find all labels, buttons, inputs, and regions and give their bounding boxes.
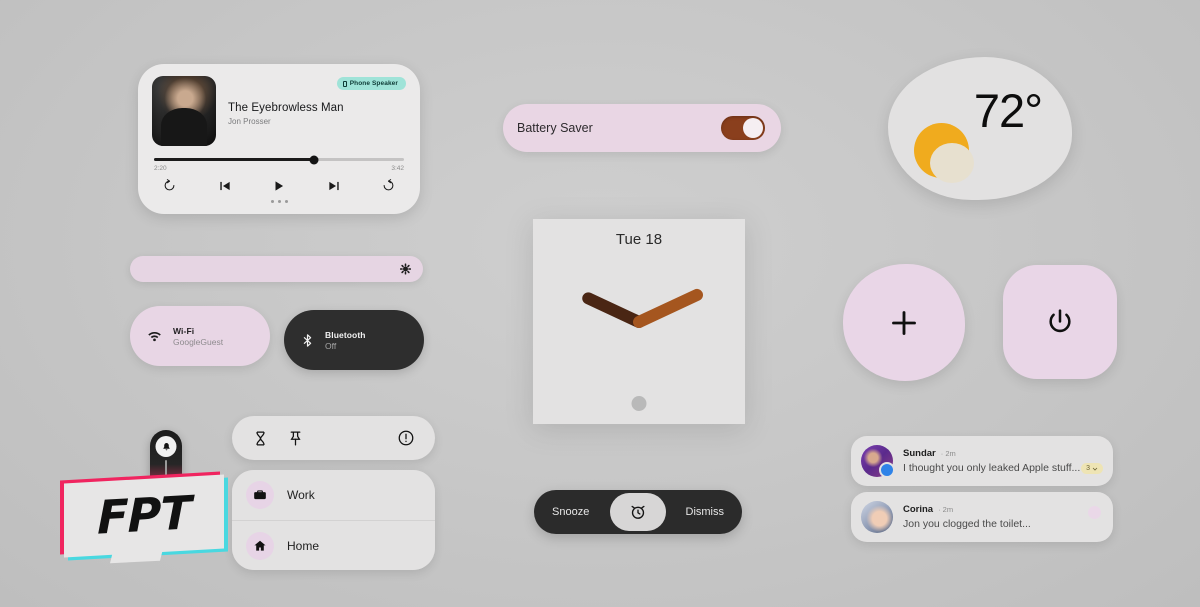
total-duration: 3:42 bbox=[391, 165, 404, 172]
progress-area[interactable]: 2:20 3:42 bbox=[152, 155, 406, 172]
cloud-icon bbox=[930, 143, 974, 183]
avatar bbox=[861, 445, 895, 478]
album-art bbox=[152, 76, 216, 146]
shortcut-home[interactable]: Home bbox=[232, 520, 435, 570]
shortcut-list: Work Home bbox=[232, 470, 435, 570]
alert-circle-icon[interactable] bbox=[397, 429, 415, 447]
wifi-title: Wi-Fi bbox=[173, 325, 195, 336]
battery-saver-toggle[interactable] bbox=[721, 116, 765, 140]
brightness-icon bbox=[400, 263, 411, 275]
page-dot bbox=[284, 200, 288, 203]
dismiss-button[interactable]: Dismiss bbox=[686, 506, 725, 518]
bluetooth-tile[interactable]: Bluetooth Off bbox=[284, 310, 424, 370]
home-icon-wrap bbox=[246, 531, 274, 560]
message-preview: Jon you clogged the toilet... bbox=[903, 518, 1031, 530]
add-button[interactable] bbox=[843, 264, 965, 381]
bluetooth-text: Bluetooth Off bbox=[325, 330, 366, 351]
pin-icon[interactable] bbox=[287, 430, 304, 447]
bluetooth-subtitle: Off bbox=[325, 340, 337, 351]
sender-name: Sundar bbox=[903, 448, 936, 459]
notification-list: Sundar · 2m I thought you only leaked Ap… bbox=[851, 436, 1113, 542]
reaction-button[interactable] bbox=[1088, 506, 1101, 519]
clock-widget[interactable]: Tue 18 bbox=[533, 219, 745, 424]
message-preview: I thought you only leaked Apple stuff... bbox=[903, 462, 1081, 474]
briefcase-icon bbox=[254, 490, 266, 500]
notification-header: Corina · 2m bbox=[903, 504, 1101, 515]
progress-track[interactable] bbox=[154, 155, 404, 164]
page-dot bbox=[277, 200, 281, 203]
fpt-watermark: FPT bbox=[60, 471, 228, 564]
weather-widget[interactable]: 72° bbox=[888, 57, 1072, 200]
phone-ui-canvas: Phone Speaker The Eyebrowless Man Jon Pr… bbox=[0, 0, 1200, 607]
timestamp: · 2m bbox=[938, 505, 954, 514]
power-icon bbox=[1049, 309, 1071, 333]
timestamp: · 2m bbox=[940, 449, 956, 458]
power-button[interactable] bbox=[1003, 265, 1117, 379]
status-badge[interactable]: 3 bbox=[1081, 463, 1103, 474]
time-row: 2:20 3:42 bbox=[154, 165, 404, 172]
quick-action-bar bbox=[232, 416, 435, 460]
watermark-text: FPT bbox=[97, 485, 191, 545]
wifi-icon bbox=[148, 331, 161, 341]
page-indicator-dots[interactable] bbox=[152, 200, 406, 203]
avatar bbox=[861, 501, 893, 533]
forward-10-button[interactable] bbox=[381, 178, 396, 193]
sender-name: Corina bbox=[903, 504, 934, 515]
page-dot bbox=[270, 200, 274, 203]
bluetooth-title: Bluetooth bbox=[325, 329, 366, 340]
toggle-knob bbox=[743, 118, 763, 138]
output-device-label: Phone Speaker bbox=[349, 80, 398, 87]
transport-controls bbox=[152, 172, 406, 193]
bell-icon-wrap bbox=[155, 436, 177, 457]
brightness-slider[interactable] bbox=[130, 256, 423, 282]
chevron-down-icon bbox=[1092, 467, 1098, 471]
bluetooth-icon bbox=[303, 333, 312, 347]
progress-thumb[interactable] bbox=[309, 155, 319, 164]
home-icon bbox=[254, 540, 266, 551]
notification-body: Sundar · 2m I thought you only leaked Ap… bbox=[903, 448, 1101, 474]
battery-saver-tile[interactable]: Battery Saver bbox=[503, 104, 781, 152]
shortcut-work-label: Work bbox=[287, 488, 315, 502]
track-info: The Eyebrowless Man Jon Prosser bbox=[228, 76, 344, 146]
plus-icon bbox=[892, 310, 916, 335]
bell-icon bbox=[162, 442, 170, 450]
progress-fill bbox=[154, 158, 314, 161]
wifi-subtitle: GoogleGuest bbox=[173, 336, 224, 347]
notification-corina[interactable]: Corina · 2m Jon you clogged the toilet..… bbox=[851, 492, 1113, 542]
hourglass-icon[interactable] bbox=[252, 430, 269, 447]
clock-center-dot bbox=[631, 396, 647, 411]
temperature-value: 72° bbox=[973, 84, 1043, 137]
battery-saver-label: Battery Saver bbox=[517, 121, 593, 135]
track-title: The Eyebrowless Man bbox=[228, 102, 344, 114]
badge-count: 3 bbox=[1086, 465, 1090, 472]
alarm-toggle-button[interactable] bbox=[610, 493, 666, 531]
phone-icon bbox=[342, 80, 347, 87]
briefcase-icon-wrap bbox=[246, 481, 274, 509]
elapsed-time: 2:20 bbox=[154, 165, 167, 172]
notification-body: Corina · 2m Jon you clogged the toilet..… bbox=[903, 504, 1101, 530]
next-track-button[interactable] bbox=[327, 179, 341, 193]
track-artist: Jon Prosser bbox=[228, 117, 271, 126]
shortcut-home-label: Home bbox=[287, 538, 320, 553]
play-button[interactable] bbox=[272, 179, 286, 193]
media-player-card[interactable]: Phone Speaker The Eyebrowless Man Jon Pr… bbox=[138, 64, 420, 214]
wifi-tile[interactable]: Wi-Fi GoogleGuest bbox=[130, 306, 270, 366]
output-device-chip[interactable]: Phone Speaker bbox=[336, 77, 406, 90]
shortcut-work[interactable]: Work bbox=[232, 470, 435, 520]
notification-sundar[interactable]: Sundar · 2m I thought you only leaked Ap… bbox=[851, 436, 1113, 486]
alarm-action-bar: Snooze Dismiss bbox=[534, 490, 742, 534]
previous-track-button[interactable] bbox=[218, 179, 232, 193]
notification-header: Sundar · 2m bbox=[903, 448, 1101, 459]
wifi-text: Wi-Fi GoogleGuest bbox=[173, 326, 223, 347]
snooze-button[interactable]: Snooze bbox=[552, 506, 589, 518]
alarm-clock-icon bbox=[631, 505, 645, 519]
replay-10-button[interactable] bbox=[162, 178, 177, 193]
clock-date: Tue 18 bbox=[615, 231, 663, 248]
